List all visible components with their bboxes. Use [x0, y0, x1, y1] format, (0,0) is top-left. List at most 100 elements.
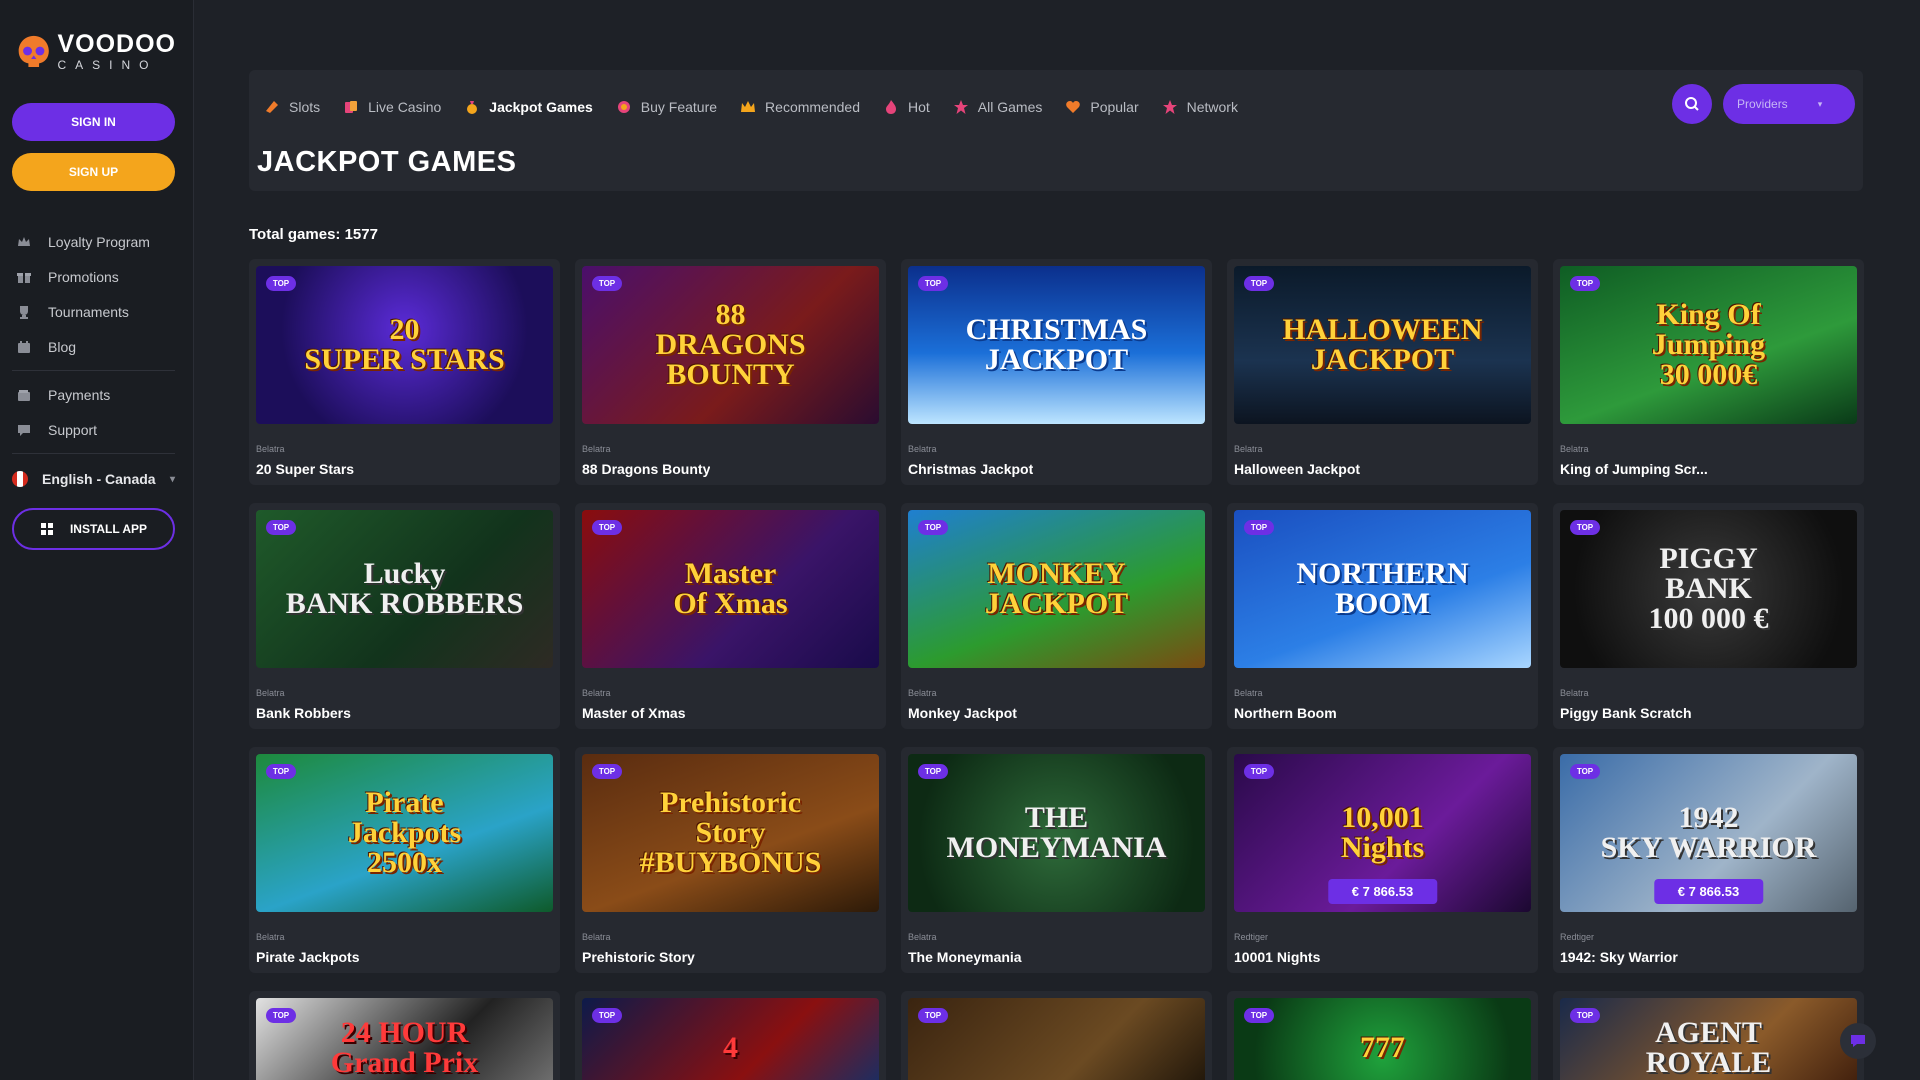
tab-hot[interactable]: Hot — [882, 94, 942, 120]
game-card[interactable]: PIGGY BANK 100 000 € TOP Belatra Piggy Bank… — [1553, 503, 1864, 729]
top-badge: TOP — [266, 276, 296, 291]
top-badge: TOP — [266, 1008, 296, 1023]
game-thumbnail[interactable]: CHRISTMAS JACKPOT TOP — [908, 266, 1205, 424]
game-thumbnail[interactable]: 777 TOP — [1234, 998, 1531, 1080]
game-name[interactable]: Prehistoric Story — [582, 949, 695, 965]
top-badge: TOP — [266, 764, 296, 779]
tab-all-games[interactable]: All Games — [952, 94, 1055, 120]
game-name[interactable]: 20 Super Stars — [256, 461, 354, 477]
game-card[interactable]: Master Of Xmas TOP Belatra Master of Xmas — [575, 503, 886, 729]
game-thumbnail[interactable]: 88 DRAGONS BOUNTY TOP — [582, 266, 879, 424]
game-provider: Redtiger — [1560, 932, 1595, 942]
game-name[interactable]: Christmas Jackpot — [908, 461, 1033, 477]
game-card[interactable]: MONKEY JACKPOT TOP Belatra Monkey Jackpot — [901, 503, 1212, 729]
game-card[interactable]: 24 HOUR Grand Prix TOP — [249, 991, 560, 1080]
game-card[interactable]: AGENT ROYALE TOP — [1553, 991, 1864, 1080]
game-thumbnail[interactable]: THE MONEYMANIA TOP — [908, 754, 1205, 912]
coin-icon — [615, 98, 633, 116]
game-card[interactable]: King Of Jumping 30 000€ TOP Belatra King of… — [1553, 259, 1864, 485]
game-art-title: NORTHERN BOOM — [1296, 557, 1469, 620]
game-card[interactable]: HALLOWEEN JACKPOT TOP Belatra Halloween Jac… — [1227, 259, 1538, 485]
sign-in-button[interactable]: SIGN IN — [12, 103, 175, 141]
game-name[interactable]: Bank Robbers — [256, 705, 351, 721]
providers-dropdown[interactable]: Providers ▾ — [1723, 84, 1855, 124]
game-card[interactable]: Lucky BANK ROBBERS TOP Belatra Bank Robbers — [249, 503, 560, 729]
crown-icon — [739, 98, 757, 116]
game-art-title: Pirate Jackpots 2500x — [347, 786, 462, 879]
game-thumbnail[interactable]: 1942 SKY WARRIOR TOP € 7 866.53 — [1560, 754, 1857, 912]
game-card[interactable]: THE MONEYMANIA TOP Belatra The Moneymania — [901, 747, 1212, 973]
install-app-button[interactable]: INSTALL APP — [12, 508, 175, 550]
game-name[interactable]: 88 Dragons Bounty — [582, 461, 710, 477]
game-thumbnail[interactable]: 10,001 Nights TOP € 7 866.53 — [1234, 754, 1531, 912]
game-card[interactable]: 10,001 Nights TOP € 7 866.53 Redtiger 10001 … — [1227, 747, 1538, 973]
top-badge: TOP — [592, 764, 622, 779]
install-app-label: INSTALL APP — [69, 522, 148, 536]
game-card[interactable]: 20 SUPER STARS TOP Belatra 20 Super Stars — [249, 259, 560, 485]
game-card[interactable]: Prehistoric Story #BUYBONUS TOP Belatra Pre… — [575, 747, 886, 973]
logo[interactable]: VOODOO CASINO — [16, 26, 176, 76]
tab-live-casino[interactable]: Live Casino — [342, 94, 453, 120]
canada-flag-icon — [12, 471, 28, 487]
game-card[interactable]: Pirate Jackpots 2500x TOP Belatra Pirate Ja… — [249, 747, 560, 973]
game-thumbnail[interactable]: TOP — [908, 998, 1205, 1080]
game-name[interactable]: Halloween Jackpot — [1234, 461, 1360, 477]
sidebar-item-promotions[interactable]: Promotions — [12, 259, 175, 294]
game-thumbnail[interactable]: MONKEY JACKPOT TOP — [908, 510, 1205, 668]
tab-popular[interactable]: Popular — [1064, 94, 1150, 120]
game-thumbnail[interactable]: 4 TOP — [582, 998, 879, 1080]
category-panel: Slots Live Casino Jackpot Games Buy Feat… — [249, 70, 1863, 191]
game-card[interactable]: 88 DRAGONS BOUNTY TOP Belatra 88 Dragons Bo… — [575, 259, 886, 485]
game-name[interactable]: Northern Boom — [1234, 705, 1337, 721]
game-name[interactable]: Monkey Jackpot — [908, 705, 1017, 721]
search-button[interactable] — [1672, 84, 1712, 124]
game-thumbnail[interactable]: Lucky BANK ROBBERS TOP — [256, 510, 553, 668]
game-card[interactable]: NORTHERN BOOM TOP Belatra Northern Boom — [1227, 503, 1538, 729]
tab-label: Popular — [1090, 99, 1139, 115]
sidebar-item-tournaments[interactable]: Tournaments — [12, 294, 175, 329]
game-name[interactable]: The Moneymania — [908, 949, 1022, 965]
game-card[interactable]: CHRISTMAS JACKPOT TOP Belatra Christmas Jac… — [901, 259, 1212, 485]
game-card[interactable]: 4 TOP — [575, 991, 886, 1080]
game-card[interactable]: 777 TOP — [1227, 991, 1538, 1080]
sidebar-item-loyalty[interactable]: Loyalty Program — [12, 224, 175, 259]
top-badge: TOP — [918, 764, 948, 779]
game-thumbnail[interactable]: NORTHERN BOOM TOP — [1234, 510, 1531, 668]
game-thumbnail[interactable]: 24 HOUR Grand Prix TOP — [256, 998, 553, 1080]
game-thumbnail[interactable]: Pirate Jackpots 2500x TOP — [256, 754, 553, 912]
sign-up-button[interactable]: SIGN UP — [12, 153, 175, 191]
sidebar-item-support[interactable]: Support — [12, 412, 175, 447]
game-provider: Redtiger — [1234, 932, 1269, 942]
game-thumbnail[interactable]: AGENT ROYALE TOP — [1560, 998, 1857, 1080]
game-name[interactable]: Master of Xmas — [582, 705, 685, 721]
game-name[interactable]: 1942: Sky Warrior — [1560, 949, 1678, 965]
tab-slots[interactable]: Slots — [263, 94, 332, 120]
game-art-title: MONKEY JACKPOT — [984, 557, 1129, 620]
game-thumbnail[interactable]: 20 SUPER STARS TOP — [256, 266, 553, 424]
game-card[interactable]: 1942 SKY WARRIOR TOP € 7 866.53 Redtiger 194… — [1553, 747, 1864, 973]
language-selector[interactable]: English - Canada ▾ — [12, 464, 175, 494]
jackpot-amount: € 7 866.53 — [1653, 879, 1764, 904]
live-chat-button[interactable] — [1840, 1023, 1876, 1059]
sidebar-item-label: Payments — [48, 386, 111, 403]
sidebar-item-blog[interactable]: Blog — [12, 329, 175, 364]
game-name[interactable]: Piggy Bank Scratch — [1560, 705, 1692, 721]
game-name[interactable]: King of Jumping Scr... — [1560, 461, 1708, 477]
divider — [12, 370, 175, 371]
game-thumbnail[interactable]: King Of Jumping 30 000€ TOP — [1560, 266, 1857, 424]
game-name[interactable]: Pirate Jackpots — [256, 949, 360, 965]
game-card[interactable]: TOP — [901, 991, 1212, 1080]
tab-buy-feature[interactable]: Buy Feature — [615, 94, 729, 120]
tab-jackpot-games[interactable]: Jackpot Games — [463, 94, 605, 120]
game-name[interactable]: 10001 Nights — [1234, 949, 1320, 965]
top-badge: TOP — [266, 520, 296, 535]
game-thumbnail[interactable]: HALLOWEEN JACKPOT TOP — [1234, 266, 1531, 424]
top-badge: TOP — [918, 520, 948, 535]
game-thumbnail[interactable]: Prehistoric Story #BUYBONUS TOP — [582, 754, 879, 912]
sidebar-item-payments[interactable]: Payments — [12, 377, 175, 412]
tab-network[interactable]: Network — [1161, 94, 1250, 120]
game-thumbnail[interactable]: PIGGY BANK 100 000 € TOP — [1560, 510, 1857, 668]
tab-recommended[interactable]: Recommended — [739, 94, 872, 120]
jackpot-amount: € 7 866.53 — [1327, 879, 1438, 904]
game-thumbnail[interactable]: Master Of Xmas TOP — [582, 510, 879, 668]
